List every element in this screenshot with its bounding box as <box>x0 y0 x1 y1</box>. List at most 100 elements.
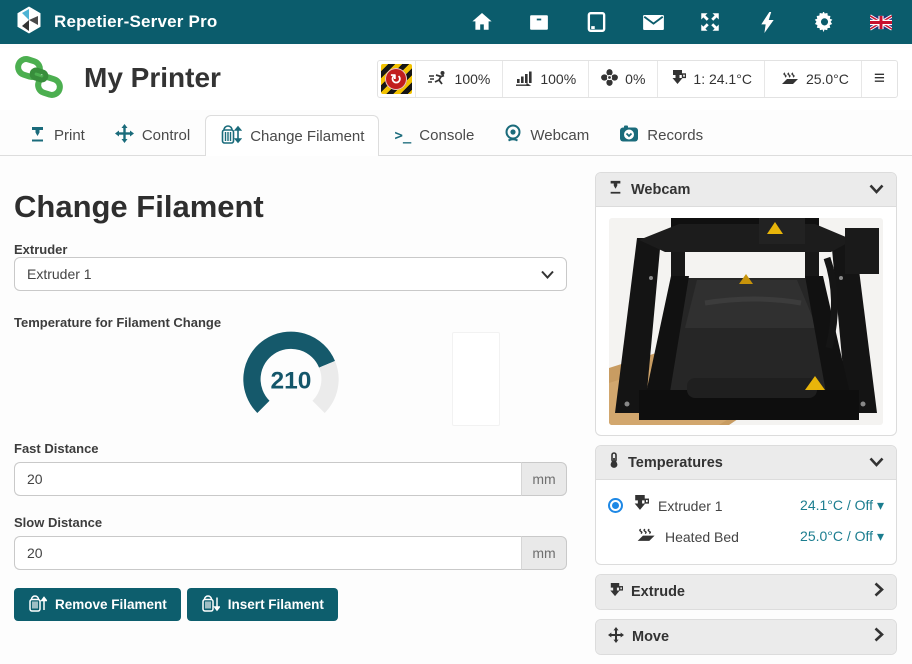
tab-label: Console <box>419 127 474 144</box>
home-icon[interactable] <box>471 11 493 33</box>
bed-temperature[interactable]: 25.0°C <box>764 61 861 97</box>
flow-multiplier[interactable]: 100% <box>502 61 588 97</box>
tab-label: Change Filament <box>250 128 364 145</box>
remove-filament-button[interactable]: Remove Filament <box>14 588 181 621</box>
slow-distance-label: Slow Distance <box>14 515 102 530</box>
temperature-row-name: Heated Bed <box>665 529 739 545</box>
extruder-temp-dropdown[interactable]: 24.1°C / Off ▾ <box>800 497 884 514</box>
fan-icon <box>601 69 618 89</box>
printer-tabs: Print Control <box>0 119 912 156</box>
temperature-row-bed: Heated Bed 25.0°C / Off ▾ <box>608 521 884 552</box>
tab-console[interactable]: >_ Console <box>379 115 489 156</box>
heated-bed-icon <box>632 525 656 548</box>
tab-label: Print <box>54 127 85 144</box>
insert-filament-label: Insert Filament <box>228 597 324 612</box>
tab-label: Records <box>647 127 703 144</box>
temperatures-panel-header[interactable]: Temperatures <box>596 446 896 480</box>
language-flag-uk[interactable] <box>870 11 892 33</box>
fast-distance-label: Fast Distance <box>14 441 99 456</box>
printer-status-bar: ↻ 100% 100% <box>377 60 898 98</box>
change-filament-panel: Change Filament Extruder Extruder 1 Temp… <box>0 156 580 661</box>
printer-name: My Printer <box>84 62 221 94</box>
extruder-select[interactable]: Extruder 1 <box>14 257 567 291</box>
menu-icon: ≡ <box>874 68 885 90</box>
insert-filament-button[interactable]: Insert Filament <box>187 588 338 621</box>
messages-icon[interactable] <box>642 11 664 33</box>
filament-icon <box>220 125 242 148</box>
temperatures-panel: Temperatures Extruder 1 24.1°C / Off ▾ <box>595 445 897 565</box>
chevron-down-icon <box>869 181 884 199</box>
webcam-icon <box>504 124 522 147</box>
fast-distance-unit: mm <box>521 462 567 496</box>
temperature-value: 210 <box>271 367 312 394</box>
right-sidebar: Webcam <box>595 156 897 664</box>
temperatures-panel-title: Temperatures <box>628 455 723 471</box>
settings-icon[interactable] <box>813 11 835 33</box>
repetier-logo-icon <box>14 5 44 40</box>
flow-value: 100% <box>540 71 576 87</box>
speed-icon <box>428 70 448 89</box>
bed-temp-value: 25.0°C <box>806 71 849 87</box>
extruder-selected-radio-icon[interactable] <box>608 498 623 513</box>
tab-webcam[interactable]: Webcam <box>489 115 604 156</box>
move-panel-header[interactable]: Move <box>596 620 896 654</box>
extrude-panel-header[interactable]: Extrude <box>596 575 896 609</box>
knowledge-base-icon[interactable] <box>585 11 607 33</box>
console-icon: >_ <box>394 128 411 144</box>
move-icon <box>608 627 624 648</box>
chevron-down-icon <box>541 266 554 282</box>
extruder-temp-value: 1: 24.1°C <box>693 71 752 87</box>
emergency-stop-button[interactable]: ↻ <box>378 61 415 97</box>
page-title: Change Filament <box>14 189 264 225</box>
move-icon <box>115 124 134 147</box>
extrude-panel-title: Extrude <box>631 584 685 600</box>
print-icon <box>29 125 46 147</box>
webcam-panel: Webcam <box>595 172 897 436</box>
printer-header: My Printer ↻ 100% <box>0 48 912 110</box>
printers-icon[interactable] <box>528 11 550 33</box>
caret-down-icon: ▾ <box>877 497 884 513</box>
tab-control[interactable]: Control <box>100 115 205 156</box>
move-panel-title: Move <box>632 629 669 645</box>
extruder-icon <box>632 494 649 517</box>
heated-bed-icon <box>777 69 799 89</box>
speed-multiplier[interactable]: 100% <box>415 61 503 97</box>
bed-temp-dropdown[interactable]: 25.0°C / Off ▾ <box>800 528 884 545</box>
printer-menu-button[interactable]: ≡ <box>861 61 897 97</box>
emergency-stop-icon: ↻ <box>381 64 412 94</box>
global-actions-icon[interactable] <box>699 11 721 33</box>
extrude-panel: Extrude <box>595 574 897 610</box>
brand-title: Repetier-Server Pro <box>54 12 217 32</box>
brand[interactable]: Repetier-Server Pro <box>0 5 217 40</box>
temperature-input-ghost[interactable] <box>452 332 500 426</box>
thermometer-icon <box>608 452 620 474</box>
connection-chain-icon <box>12 56 68 107</box>
extruder-temperature[interactable]: 1: 24.1°C <box>657 61 764 97</box>
temperature-label: Temperature for Filament Change <box>14 315 221 330</box>
temperature-row-name: Extruder 1 <box>658 498 723 514</box>
chevron-down-icon <box>869 454 884 472</box>
webcam-panel-header[interactable]: Webcam <box>596 173 896 207</box>
tab-label: Control <box>142 127 190 144</box>
flow-icon <box>515 70 533 89</box>
extruder-select-value: Extruder 1 <box>27 266 92 282</box>
fan-status[interactable]: 0% <box>588 61 657 97</box>
chevron-right-icon <box>874 627 884 647</box>
tab-print[interactable]: Print <box>14 115 100 156</box>
filament-down-icon <box>201 595 220 615</box>
extruder-label: Extruder <box>14 242 67 257</box>
extruder-icon <box>608 582 623 603</box>
chevron-right-icon <box>874 582 884 602</box>
caret-down-icon: ▾ <box>877 528 884 544</box>
slow-distance-input[interactable] <box>14 536 521 570</box>
fast-distance-input[interactable] <box>14 462 521 496</box>
slow-distance-unit: mm <box>521 536 567 570</box>
records-icon <box>619 125 639 147</box>
tab-records[interactable]: Records <box>604 115 718 156</box>
move-panel: Move <box>595 619 897 655</box>
power-icon[interactable] <box>756 11 778 33</box>
temperature-gauge[interactable]: 210 <box>232 323 350 431</box>
remove-filament-label: Remove Filament <box>55 597 167 612</box>
tab-change-filament[interactable]: Change Filament <box>205 115 379 157</box>
webcam-panel-title: Webcam <box>631 182 690 198</box>
